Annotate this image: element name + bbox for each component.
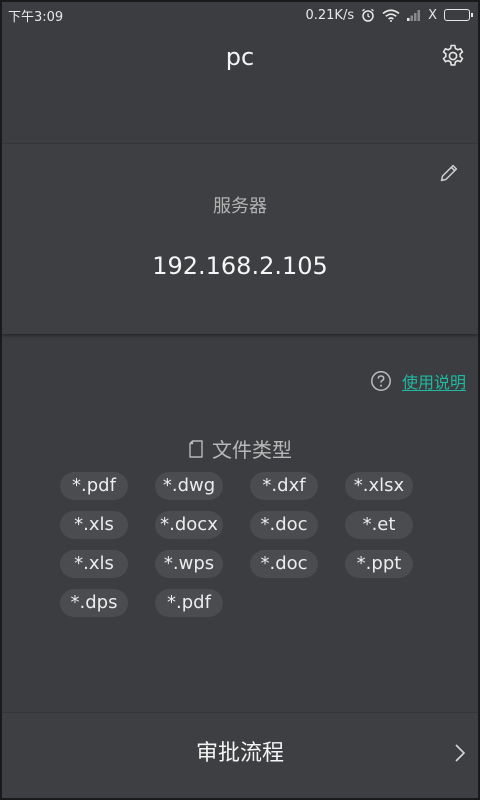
file-types-panel: 使用说明 文件类型 *.pdf *.dwg *.dxf *.xlsx *.xls… (2, 342, 478, 706)
file-type-chip: *.pdf (155, 589, 223, 617)
no-sim-icon: X (428, 7, 437, 23)
file-type-chip: *.doc (250, 511, 318, 539)
file-type-chip: *.ppt (345, 550, 413, 578)
usage-instructions-link[interactable]: 使用说明 (402, 369, 466, 393)
file-type-chip: *.xlsx (345, 472, 413, 500)
question-circle-icon (371, 371, 391, 391)
app-frame: 下午3:09 0.21K/s X pc 服务器 192.168.2.105 使用… (0, 0, 480, 800)
file-type-chip: *.dxf (250, 472, 318, 500)
file-type-chip: *.wps (155, 550, 223, 578)
approval-process-row[interactable]: 审批流程 (2, 712, 478, 798)
status-icons: 0.21K/s X (305, 7, 473, 23)
file-type-list: *.pdf *.dwg *.dxf *.xlsx *.xls *.docx *.… (60, 472, 430, 617)
signal-icon (407, 10, 421, 21)
chevron-right-icon (455, 744, 466, 762)
wifi-icon (382, 8, 400, 22)
help-link-row[interactable]: 使用说明 (370, 369, 466, 393)
network-speed: 0.21K/s (305, 7, 355, 23)
file-type-chip: *.xls (60, 550, 128, 578)
file-types-title: 文件类型 (2, 434, 478, 463)
file-type-chip: *.docx (155, 511, 223, 539)
pencil-icon[interactable] (438, 162, 460, 184)
server-panel: 服务器 192.168.2.105 (2, 144, 478, 334)
gear-icon[interactable] (440, 43, 466, 69)
battery-icon (444, 9, 473, 21)
status-bar: 下午3:09 0.21K/s X (2, 2, 478, 28)
file-type-chip: *.dwg (155, 472, 223, 500)
file-type-chip: *.et (345, 511, 413, 539)
file-type-chip: *.xls (60, 511, 128, 539)
app-header: pc (2, 28, 478, 138)
file-type-chip: *.dps (60, 589, 128, 617)
server-label: 服务器 (213, 196, 267, 217)
page-title: pc (225, 43, 255, 71)
server-ip: 192.168.2.105 (152, 252, 328, 280)
file-type-chip: *.doc (250, 550, 318, 578)
file-icon (189, 439, 203, 458)
status-time: 下午3:09 (8, 9, 64, 25)
file-types-label: 文件类型 (212, 438, 292, 462)
alarm-icon (362, 8, 375, 22)
file-type-chip: *.pdf (60, 472, 128, 500)
approval-process-label: 审批流程 (195, 741, 284, 766)
